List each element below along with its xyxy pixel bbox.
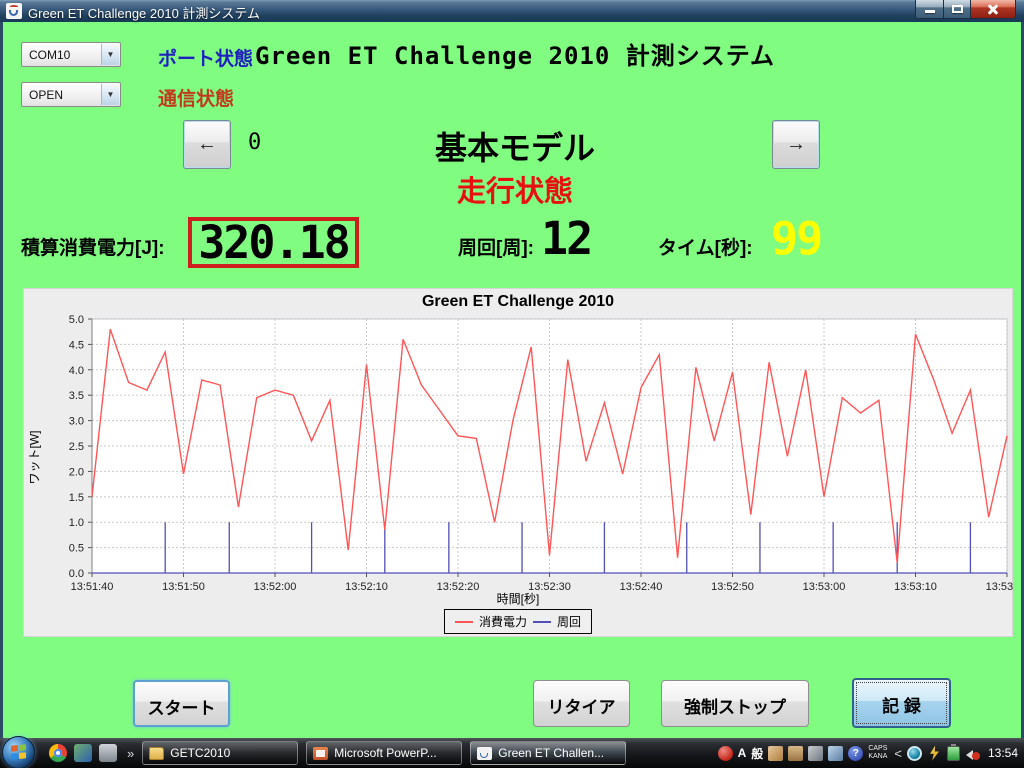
caps-kana-indicator[interactable]: CAPS KANA	[868, 745, 887, 761]
taskbar-clock[interactable]: 13:54	[988, 746, 1018, 760]
svg-text:4.0: 4.0	[69, 365, 84, 377]
quick-launch-overflow-chevron[interactable]: »	[127, 746, 134, 761]
next-model-button[interactable]: →	[772, 120, 820, 169]
ime-tools-icon[interactable]	[808, 746, 823, 761]
robot-app-icon[interactable]	[99, 744, 117, 762]
power-chart-svg: 0.00.51.01.52.02.53.03.54.04.55.013:51:4…	[24, 289, 1014, 638]
power-connected-icon[interactable]	[927, 746, 942, 761]
svg-text:1.5: 1.5	[69, 492, 84, 504]
taskbar-item-green-et[interactable]: Green ET Challen...	[470, 741, 626, 765]
title-bar[interactable]: Green ET Challenge 2010 計測システム	[0, 0, 1024, 22]
svg-text:3.0: 3.0	[69, 416, 84, 428]
maximize-button[interactable]	[944, 0, 971, 19]
comm-status-label: 通信状態	[158, 84, 234, 111]
chart-legend: 消費電力 周回	[444, 609, 592, 634]
svg-text:0.0: 0.0	[69, 568, 84, 580]
legend-lap-line-icon	[533, 621, 551, 623]
chevron-down-icon[interactable]: ▼	[101, 84, 119, 105]
close-button[interactable]	[971, 0, 1016, 19]
energy-value-box: 320.18	[188, 217, 359, 268]
taskbar-item-getc2010[interactable]: GETC2010	[142, 741, 298, 765]
legend-lap-label: 周回	[557, 613, 581, 630]
svg-text:3.5: 3.5	[69, 390, 84, 402]
retire-button[interactable]: リタイア	[533, 680, 630, 727]
legend-power-label: 消費電力	[479, 613, 527, 630]
desktop-screen: Green ET Challenge 2010 計測システム COM10 ▼ O…	[0, 0, 1024, 768]
svg-text:0.5: 0.5	[69, 543, 84, 555]
chart-y-axis-label: ワット[W]	[26, 408, 43, 508]
svg-text:2.0: 2.0	[69, 466, 84, 478]
lap-value: 12	[541, 212, 591, 265]
power-chart-panel: 0.00.51.01.52.02.53.03.54.04.55.013:51:4…	[23, 288, 1013, 637]
help-icon[interactable]: ?	[848, 746, 863, 761]
battery-icon[interactable]	[947, 746, 960, 761]
time-label: タイム[秒]:	[658, 233, 753, 260]
model-name: 基本モデル	[3, 123, 1024, 169]
windows-flag-icon	[11, 744, 26, 761]
minimize-button[interactable]	[915, 0, 944, 19]
quick-launch-icon[interactable]	[74, 744, 92, 762]
legend-power-line-icon	[455, 621, 473, 623]
run-state-label: 走行状態	[3, 168, 1024, 210]
start-button[interactable]: スタート	[133, 680, 230, 727]
energy-label: 積算消費電力[J]:	[21, 233, 165, 260]
y-tick-labels: 0.0 0.5 1.0 1.5 2.0 2.5 3.0 3.5 4.0 4.5 5.0	[69, 314, 84, 580]
taskbar-item-powerpoint[interactable]: Microsoft PowerP...	[306, 741, 462, 765]
lap-label: 周回[周]:	[458, 233, 534, 260]
app-window: Green ET Challenge 2010 計測システム COM10 ▼ O…	[0, 0, 1024, 738]
volume-muted-icon[interactable]	[965, 746, 980, 761]
tray-blue-circle-icon[interactable]	[907, 746, 922, 761]
open-state-select[interactable]: OPEN ▼	[21, 82, 121, 107]
system-tray: A 般 ? CAPS KANA < 13:54	[718, 738, 1024, 768]
ime-dictionary-icon[interactable]	[828, 746, 843, 761]
tray-collapse-chevron[interactable]: <	[894, 746, 902, 761]
force-stop-button[interactable]: 強制ストップ	[661, 680, 809, 727]
energy-value: 320.18	[198, 216, 349, 269]
chart-title: Green ET Challenge 2010	[24, 293, 1012, 311]
svg-text:2.5: 2.5	[69, 441, 84, 453]
window-title: Green ET Challenge 2010 計測システム	[28, 3, 260, 22]
svg-text:1.0: 1.0	[69, 517, 84, 529]
folder-icon	[149, 747, 164, 760]
app-title: Green ET Challenge 2010 計測システム	[3, 36, 1024, 71]
time-value: 99	[771, 212, 821, 265]
tray-red-circle-icon[interactable]	[718, 746, 733, 761]
chrome-icon[interactable]	[49, 744, 67, 762]
start-button-orb[interactable]	[2, 736, 35, 768]
ime-pad-icon[interactable]	[768, 746, 783, 761]
chart-x-axis-label: 時間[秒]	[24, 590, 1012, 607]
powerpoint-icon	[313, 747, 328, 760]
ime-conversion-mode[interactable]: 般	[751, 745, 763, 762]
ime-input-mode[interactable]: A	[738, 746, 747, 760]
taskbar: » GETC2010 Microsoft PowerP... Green ET …	[0, 738, 1024, 768]
java-icon	[477, 747, 492, 760]
ime-toolbox-icon[interactable]	[788, 746, 803, 761]
java-app-icon	[6, 3, 22, 19]
open-state-value: OPEN	[29, 88, 63, 102]
svg-text:4.5: 4.5	[69, 339, 84, 351]
svg-text:5.0: 5.0	[69, 314, 84, 326]
record-button[interactable]: 記 録	[852, 678, 951, 728]
